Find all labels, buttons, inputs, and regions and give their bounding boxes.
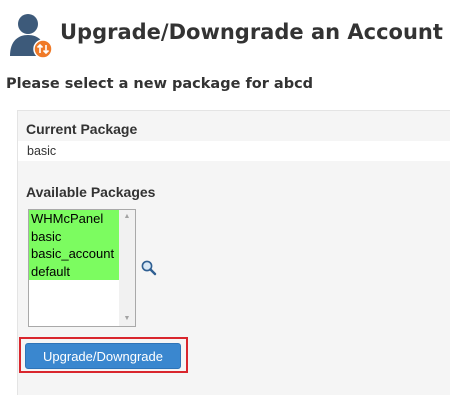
package-option-default[interactable]: default [29,262,120,280]
scroll-up-arrow-icon[interactable]: ▲ [119,210,135,224]
scroll-down-arrow-icon[interactable]: ▼ [119,312,135,326]
page-title: Upgrade/Downgrade an Account [60,20,443,44]
available-packages-listbox[interactable]: WHMcPanel basic basic_account default ▲ … [28,209,136,327]
package-option-whmcpanel[interactable]: WHMcPanel [29,210,120,228]
current-package-label: Current Package [26,121,138,137]
available-packages-label: Available Packages [26,184,156,200]
current-package-value: basic [27,144,57,158]
package-option-basic[interactable]: basic [29,227,120,245]
package-select-heading: Please select a new package for abcd [6,76,314,92]
upgrade-downgrade-button[interactable]: Upgrade/Downgrade [25,343,181,369]
user-upgrade-icon [10,14,53,59]
package-option-basic-account[interactable]: basic_account [29,245,120,263]
page-header: Upgrade/Downgrade an Account [0,0,450,70]
package-form-panel: Current Package basic Available Packages… [17,110,450,395]
search-icon[interactable] [140,259,158,277]
listbox-scrollbar[interactable]: ▲ ▼ [119,210,135,326]
current-package-value-row: basic [18,141,450,161]
